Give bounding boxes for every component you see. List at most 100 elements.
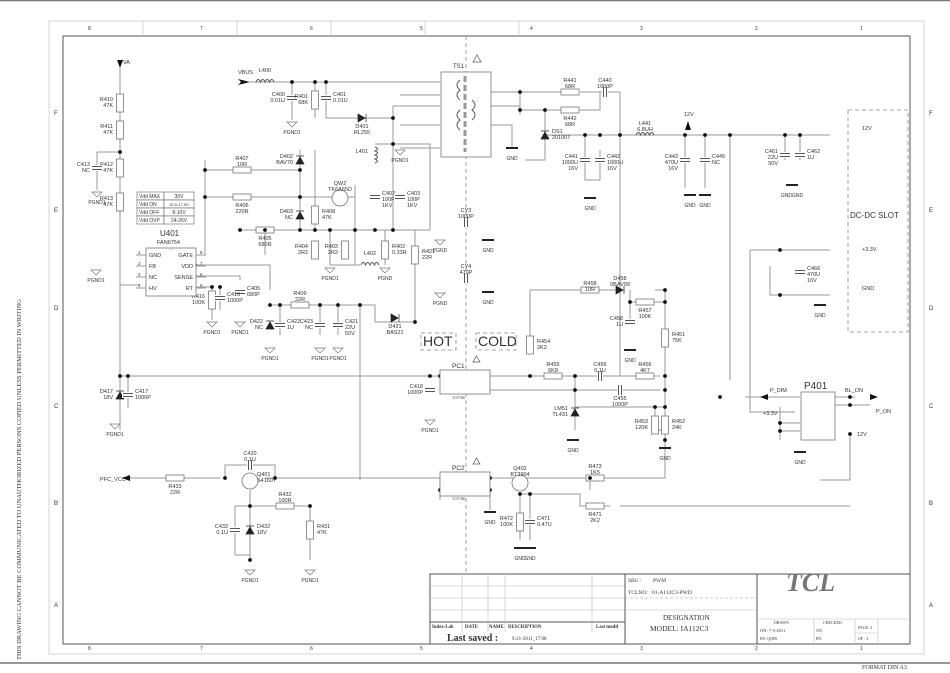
tcl-logo: TCL xyxy=(786,568,835,597)
dcdc-slot-label: DC-DC SLOT xyxy=(850,211,899,220)
junction-dot xyxy=(308,504,312,508)
component-r403: R4032R2 xyxy=(325,240,349,260)
ground-symbol: PGND1 xyxy=(321,267,339,282)
ground-label: PGND1 xyxy=(88,200,105,206)
tclno-label: TCLNO: xyxy=(628,590,648,596)
junction-dot xyxy=(298,168,302,172)
value-label: 680R xyxy=(258,242,271,248)
component-c421: C42122U50V xyxy=(332,319,358,337)
row-marker: D xyxy=(54,306,59,312)
ground-symbol: GND xyxy=(699,194,711,209)
value-label: 1000P xyxy=(227,298,243,304)
junction-dot xyxy=(778,293,782,297)
value-label: 100K xyxy=(192,300,205,306)
optocoupler-pc1: PC1 TCP785 xyxy=(439,355,491,400)
component-r406: R406220R xyxy=(232,193,252,215)
ground-symbol: PGND1 xyxy=(283,121,301,136)
ic-pin-name: VDD xyxy=(181,264,193,270)
value-label: 2R2 xyxy=(328,250,338,256)
checked-by: BY: xyxy=(816,636,822,641)
value-label: 0.01U xyxy=(333,98,348,104)
value-label: BAV70 xyxy=(276,160,293,166)
ground-symbol: GNDGND xyxy=(781,184,803,199)
ground-symbol: PGND1 xyxy=(261,347,279,362)
net-12v-out: 12V xyxy=(684,112,694,118)
junction-dot xyxy=(518,90,522,94)
ic-pin-number: 3 xyxy=(138,272,141,277)
component-q402: Q402BT3904 xyxy=(510,466,530,492)
value-label: 47K xyxy=(103,168,113,174)
drawn-label: DRAWN xyxy=(774,620,789,625)
value-label: 1U xyxy=(807,155,814,161)
junction-dot xyxy=(238,228,242,232)
junction-dot xyxy=(391,228,395,232)
value-label: NC xyxy=(255,325,263,331)
component-r451: R45175K xyxy=(661,328,685,348)
checked-label: CHECKED xyxy=(823,620,842,625)
ground-label: GND xyxy=(624,358,636,364)
junction-dot xyxy=(728,133,732,137)
value-label: 68R xyxy=(565,122,575,128)
junction-dot xyxy=(336,303,340,307)
component-r421: R42122R xyxy=(411,245,435,265)
ground-label: GND xyxy=(794,460,806,466)
net-p-on: P_ON xyxy=(876,409,891,415)
ground-label: PGND xyxy=(433,301,448,307)
component-c423: C423NC xyxy=(300,319,326,331)
value-label: 1000P xyxy=(407,390,423,396)
safety-warning-icon xyxy=(472,355,481,363)
value-label: 0.1U xyxy=(244,457,256,463)
svg-text:TCP785: TCP785 xyxy=(452,396,465,400)
ground-label: PGND1 xyxy=(261,356,278,362)
ground-label: PGND1 xyxy=(311,356,328,362)
value-label: 1K5 xyxy=(590,470,600,476)
component-r432: R432100R xyxy=(275,492,295,510)
junction-dot xyxy=(248,558,252,562)
value-label: 100K xyxy=(500,522,513,528)
page-count: OF : 3 xyxy=(858,636,868,641)
junction-dot xyxy=(848,432,852,436)
ground-label: PGND1 xyxy=(241,578,258,584)
ground-symbol: PGND1 xyxy=(106,423,124,438)
ic-ref: U401 xyxy=(160,229,180,238)
component-r407: R40710R xyxy=(232,156,252,174)
component-d402: D402BAV70 xyxy=(276,154,305,166)
rev-header-name: NAME xyxy=(489,625,504,630)
ref-label: L401 xyxy=(356,149,368,155)
value-label: BT3904 xyxy=(510,472,529,478)
component-r472: R472100K xyxy=(500,512,524,532)
value-label: BAS21 xyxy=(386,330,403,336)
component-r458: R45810R xyxy=(580,281,600,294)
junction-dot xyxy=(663,374,667,378)
component-c402: C402100P1KV xyxy=(369,191,395,209)
junction-dot xyxy=(353,228,357,232)
value-label: 24K xyxy=(672,425,682,431)
ic-pin-name: HV xyxy=(149,286,157,292)
rating-label: 16V xyxy=(668,166,678,172)
value-label: 10R xyxy=(237,162,247,168)
rating-label: 16V xyxy=(607,166,617,172)
value-label: 1U xyxy=(616,322,623,328)
ground-symbol: GND xyxy=(524,547,536,562)
component-c466: C466470U16V xyxy=(794,266,820,284)
component-d403: D403NC xyxy=(280,209,305,221)
ic-pin-number: 1 xyxy=(138,250,141,255)
net-pfc-vcc: PFC_VCC xyxy=(100,477,126,483)
component-c442: C4421000U16V xyxy=(594,154,623,172)
component-d421: D421BAS21 xyxy=(386,313,404,336)
vdd-value: 15.5-17.5V xyxy=(169,202,189,207)
component-r457: R457100K xyxy=(635,298,655,320)
vdd-param: Vdd MAX xyxy=(139,194,161,200)
column-marker: 2 xyxy=(755,26,758,32)
ground-symbol: PGND1 xyxy=(231,321,249,336)
row-marker: F xyxy=(929,111,933,117)
value-label: 1000P xyxy=(135,395,151,401)
value-label: 0.47U xyxy=(537,522,552,528)
vdd-spec-table: Vdd MAX 30V Vdd ON 15.5-17.5V Vdd OFF 8-10V Vd… xyxy=(136,191,195,225)
ref-label: L400 xyxy=(259,68,271,74)
svg-text:P401: P401 xyxy=(804,381,828,392)
ground-label: GND xyxy=(482,300,494,306)
component-d458: D4580BAV99 xyxy=(610,276,630,295)
ground-symbol: PGND1 xyxy=(301,569,319,584)
junction-dot xyxy=(848,403,852,407)
